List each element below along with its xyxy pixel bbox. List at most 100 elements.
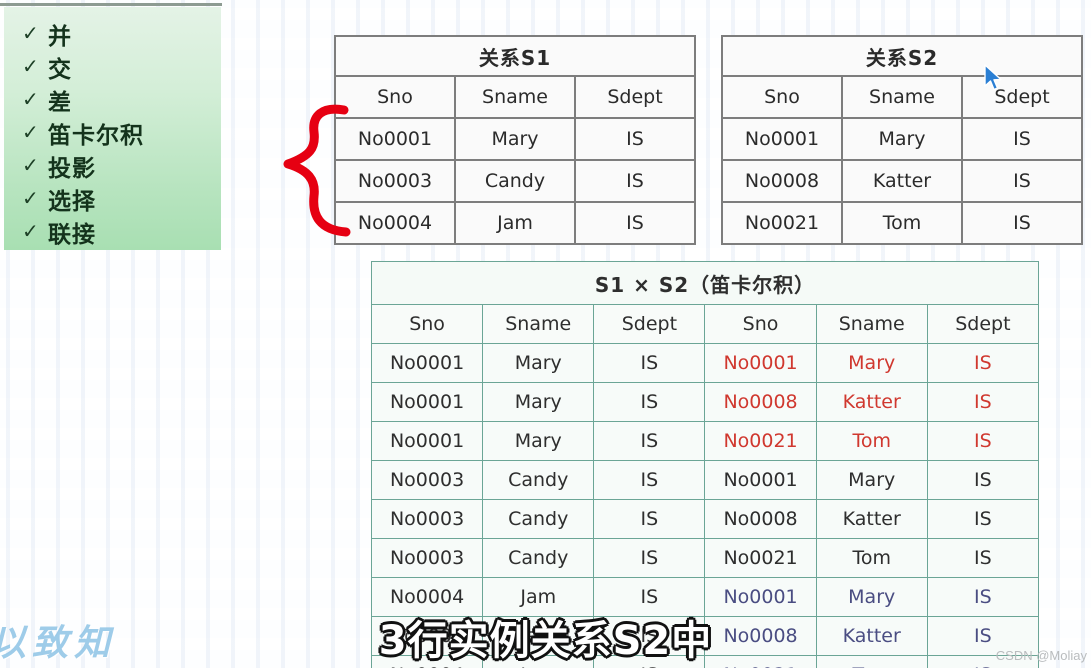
table-header-row: Sno Sname Sdept — [721, 75, 1083, 119]
table-header-row: Sno Sname Sdept Sno Sname Sdept — [370, 304, 1040, 344]
cell-sno-left: No0004 — [370, 655, 484, 668]
cell-sname-left: Jam — [482, 616, 595, 656]
cell-sno: No0001 — [721, 117, 843, 161]
cell-sdept-left: IS — [593, 343, 706, 383]
cell-sdept-right: IS — [926, 382, 1040, 422]
column-header-sno: Sno — [334, 75, 456, 119]
table-row: No0001 Mary IS — [334, 117, 696, 161]
check-icon: ✓ — [22, 187, 39, 210]
cell-sdept: IS — [961, 159, 1083, 203]
cell-sname-left: Jam — [482, 577, 595, 617]
cell-sname-right: Mary — [815, 577, 928, 617]
column-header-sname-right: Sname — [815, 304, 928, 344]
cell-sname: Jam — [454, 201, 576, 245]
cell-sname-left: Mary — [482, 343, 595, 383]
check-icon: ✓ — [22, 88, 39, 111]
cell-sname-left: Candy — [482, 538, 595, 578]
cell-sdept-left: IS — [593, 382, 706, 422]
cell-sno-left: No0004 — [370, 577, 484, 617]
relation-s2-table: 关系S2 Sno Sname Sdept No0001 Mary IS No00… — [721, 35, 1083, 245]
list-item[interactable]: ✓ 联接 — [22, 215, 221, 248]
table-row: No0004 Jam IS No0001 Mary IS — [370, 577, 1040, 617]
checklist-item-label: 并 — [48, 23, 72, 50]
checklist-item-label: 联接 — [48, 221, 96, 248]
slide-canvas: ✓ 并 ✓ 交 ✓ 差 ✓ 笛卡尔积 ✓ 投影 ✓ 选择 ✓ 联接 关系S1 S… — [0, 0, 1091, 668]
list-item[interactable]: ✓ 交 — [22, 50, 221, 83]
cell-sno-left: No0003 — [370, 499, 484, 539]
table-row: No0003 Candy IS No0008 Katter IS — [370, 499, 1040, 539]
cell-sdept-right: IS — [926, 577, 1040, 617]
cell-sname: Mary — [454, 117, 576, 161]
cell-sno: No0001 — [334, 117, 456, 161]
cell-sname-left: Mary — [482, 382, 595, 422]
table-row: No0003 Candy IS — [334, 159, 696, 203]
cell-sdept: IS — [961, 201, 1083, 245]
table-row: No0001 Mary IS No0021 Tom IS — [370, 421, 1040, 461]
cell-sno: No0003 — [334, 159, 456, 203]
cell-sno-right: No0001 — [704, 343, 817, 383]
checklist-item-label: 交 — [48, 56, 72, 83]
list-item[interactable]: ✓ 差 — [22, 83, 221, 116]
cell-sname-right: Tom — [815, 421, 928, 461]
cell-sno-left: No0003 — [370, 538, 484, 578]
cell-sname-right: Katter — [815, 499, 928, 539]
relation-s1-title: 关系S1 — [334, 35, 696, 77]
list-item[interactable]: ✓ 投影 — [22, 149, 221, 182]
cell-sname: Katter — [841, 159, 963, 203]
cell-sname: Mary — [841, 117, 963, 161]
relation-s2-title: 关系S2 — [721, 35, 1083, 77]
column-header-sdept-left: Sdept — [593, 304, 706, 344]
column-header-sname: Sname — [841, 75, 963, 119]
cell-sname-right: Katter — [815, 616, 928, 656]
cell-sdept-right: IS — [926, 655, 1040, 668]
cell-sdept: IS — [961, 117, 1083, 161]
column-header-sdept: Sdept — [574, 75, 696, 119]
table-row: No0001 Mary IS No0008 Katter IS — [370, 382, 1040, 422]
list-item[interactable]: ✓ 并 — [22, 17, 221, 50]
check-icon: ✓ — [22, 55, 39, 78]
column-header-sno-right: Sno — [704, 304, 817, 344]
cell-sno-right: No0001 — [704, 460, 817, 500]
cell-sno-right: No0008 — [704, 616, 817, 656]
cell-sdept-right: IS — [926, 499, 1040, 539]
cell-sno: No0004 — [334, 201, 456, 245]
column-header-sname-left: Sname — [482, 304, 595, 344]
list-item[interactable]: ✓ 选择 — [22, 182, 221, 215]
cell-sdept-left: IS — [593, 577, 706, 617]
brand-watermark: 以致知 — [0, 622, 117, 664]
cell-sno-right: No0021 — [704, 538, 817, 578]
cell-sname-right: Tom — [815, 538, 928, 578]
cell-sname-right: Tom — [815, 655, 928, 668]
table-row: No0001 Mary IS — [721, 117, 1083, 161]
cartesian-product-title: S1 × S2（笛卡尔积） — [371, 261, 1039, 305]
cell-sdept-left: IS — [593, 421, 706, 461]
check-icon: ✓ — [22, 22, 39, 45]
relation-s1-table: 关系S1 Sno Sname Sdept No0001 Mary IS No00… — [334, 35, 696, 245]
cell-sno-left: No0004 — [370, 616, 484, 656]
cell-sname: Tom — [841, 201, 963, 245]
cell-sno-right: No0008 — [704, 382, 817, 422]
cell-sdept-right: IS — [926, 343, 1040, 383]
column-header-sdept: Sdept — [961, 75, 1083, 119]
list-item[interactable]: ✓ 笛卡尔积 — [22, 116, 221, 149]
cell-sno: No0008 — [721, 159, 843, 203]
check-icon: ✓ — [22, 121, 39, 144]
cell-sdept: IS — [574, 159, 696, 203]
column-header-sno: Sno — [721, 75, 843, 119]
cell-sname-left: Candy — [482, 460, 595, 500]
cell-sno-left: No0003 — [370, 460, 484, 500]
check-icon: ✓ — [22, 154, 39, 177]
column-header-sno-left: Sno — [370, 304, 484, 344]
table-header-row: Sno Sname Sdept — [334, 75, 696, 119]
top-divider-rule — [0, 3, 222, 6]
operations-checklist-panel: ✓ 并 ✓ 交 ✓ 差 ✓ 笛卡尔积 ✓ 投影 ✓ 选择 ✓ 联接 — [4, 7, 221, 250]
column-header-sdept-right: Sdept — [926, 304, 1040, 344]
cell-sdept-left: IS — [593, 655, 706, 668]
cell-sdept-right: IS — [926, 538, 1040, 578]
table-title-row: 关系S2 — [721, 35, 1083, 77]
cell-sdept: IS — [574, 117, 696, 161]
table-row: No0001 Mary IS No0001 Mary IS — [370, 343, 1040, 383]
cell-sno: No0021 — [721, 201, 843, 245]
cell-sname-right: Mary — [815, 343, 928, 383]
checklist-item-label: 选择 — [48, 188, 96, 215]
